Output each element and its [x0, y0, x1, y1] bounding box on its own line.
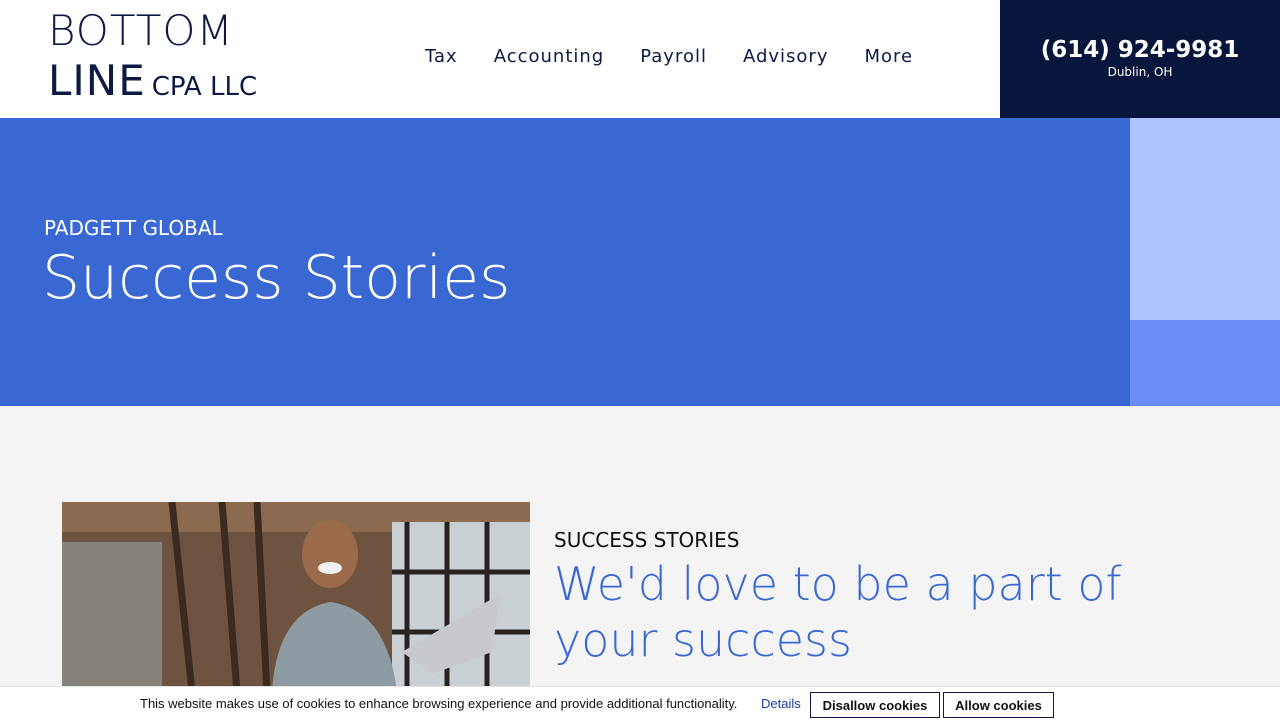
hero-banner: PADGETT GLOBAL Success Stories — [0, 118, 1130, 406]
page-title: Success Stories — [42, 243, 511, 313]
logo-line-2-big: LINE — [48, 56, 146, 105]
hero-decor-block-top — [1130, 118, 1280, 320]
disallow-cookies-button[interactable]: Disallow cookies — [810, 692, 940, 718]
allow-cookies-button[interactable]: Allow cookies — [943, 692, 1054, 718]
section-eyebrow: SUCCESS STORIES — [554, 528, 740, 552]
nav-item-advisory[interactable]: Advisory — [743, 46, 829, 67]
nav-item-payroll[interactable]: Payroll — [640, 46, 707, 67]
main-nav: Tax Accounting Payroll Advisory More — [425, 46, 949, 67]
logo-line-2-small: CPA LLC — [151, 72, 258, 102]
logo-line-1: BOTTOM — [48, 6, 234, 55]
nav-item-tax[interactable]: Tax — [425, 46, 458, 67]
site-header: BOTTOM LINE CPA LLC Tax Accounting Payrol… — [0, 0, 1280, 118]
cookie-details-link[interactable]: Details — [761, 696, 801, 711]
success-photo — [62, 502, 530, 692]
cookie-message: This website makes use of cookies to enh… — [140, 696, 738, 711]
cookie-banner: This website makes use of cookies to enh… — [0, 686, 1280, 720]
hero-decor-block-bottom — [1130, 320, 1280, 406]
logo-line-2: LINE CPA LLC — [48, 60, 257, 102]
section-heading: We'd love to be a part of your success — [554, 557, 1122, 667]
phone-city: Dublin, OH — [1107, 65, 1173, 79]
site-logo[interactable]: BOTTOM LINE CPA LLC — [48, 10, 257, 102]
phone-box: (614) 924-9981 Dublin, OH — [1000, 0, 1280, 118]
phone-number-link[interactable]: (614) 924-9981 — [1000, 37, 1280, 63]
smiling-man-with-laptop-image — [62, 502, 530, 692]
nav-item-more[interactable]: More — [865, 46, 914, 67]
nav-item-accounting[interactable]: Accounting — [494, 46, 605, 67]
hero-eyebrow: PADGETT GLOBAL — [44, 216, 223, 240]
